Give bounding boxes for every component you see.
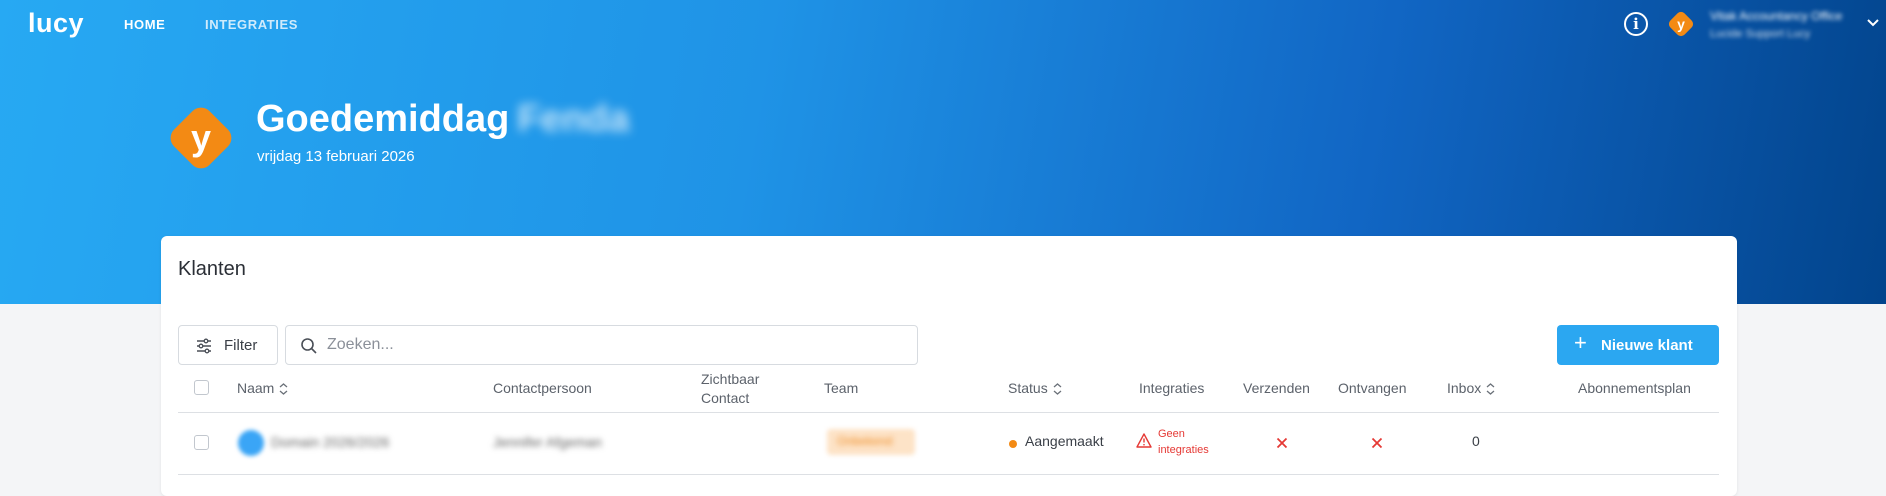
row-checkbox[interactable]	[194, 435, 209, 450]
search-icon	[301, 338, 317, 354]
client-name[interactable]: Domain 2026/2026	[271, 434, 389, 450]
nav-integrations[interactable]: INTEGRATIES	[205, 17, 298, 32]
close-icon	[1276, 437, 1288, 449]
col-subscription: Abonnementsplan	[1578, 380, 1691, 396]
client-avatar	[238, 430, 264, 456]
team-label: Onbekend	[837, 434, 893, 448]
user-avatar-icon: y	[170, 107, 232, 169]
org-name[interactable]: Vitak Accountancy Office	[1710, 9, 1860, 23]
filter-button[interactable]: Filter	[178, 325, 278, 365]
close-icon	[1371, 437, 1383, 449]
status-dot-icon	[1009, 440, 1017, 448]
clients-card: Klanten Filter + Nieuwe klant Naam Conta…	[161, 236, 1737, 496]
col-contact: Contactpersoon	[493, 380, 592, 396]
integrations-status: Geen integraties	[1158, 428, 1209, 456]
col-integrations: Integraties	[1139, 380, 1205, 396]
app-logo[interactable]: lucy	[28, 8, 84, 39]
chevron-down-icon[interactable]	[1866, 16, 1880, 30]
sort-icon	[1486, 383, 1495, 396]
col-visible-contact: Zichtbaar Contact	[701, 371, 760, 406]
select-all-checkbox[interactable]	[194, 380, 209, 395]
plus-icon: +	[1574, 330, 1587, 355]
info-icon[interactable]: i	[1624, 12, 1648, 36]
new-client-button[interactable]: + Nieuwe klant	[1557, 325, 1719, 365]
filter-icon	[197, 338, 211, 354]
col-inbox[interactable]: Inbox	[1447, 380, 1495, 396]
col-name[interactable]: Naam	[237, 380, 288, 396]
greeting: Goedemiddag Fenda	[256, 98, 630, 140]
current-date: vrijdag 13 februari 2026	[257, 148, 415, 165]
clients-title: Klanten	[178, 258, 246, 280]
status-badge: Aangemaakt	[1025, 433, 1104, 449]
inbox-count: 0	[1472, 433, 1480, 449]
org-avatar-icon[interactable]: y	[1667, 10, 1695, 38]
client-contact: Jennifer Afgeman	[493, 434, 602, 450]
sort-icon	[279, 383, 288, 396]
filter-label: Filter	[224, 337, 258, 354]
search-input[interactable]	[327, 335, 887, 355]
col-send: Verzenden	[1243, 380, 1310, 396]
col-status[interactable]: Status	[1008, 380, 1062, 396]
sort-icon	[1053, 383, 1062, 396]
new-client-label: Nieuwe klant	[1601, 337, 1693, 354]
header-divider	[178, 412, 1719, 413]
svg-text:y: y	[1677, 16, 1685, 32]
org-subtitle: Lucide Support Lucy	[1710, 28, 1811, 40]
row-divider	[178, 474, 1719, 475]
nav-home[interactable]: HOME	[124, 17, 165, 32]
search-box[interactable]	[285, 325, 918, 365]
warning-icon	[1136, 433, 1152, 448]
col-team: Team	[824, 380, 859, 396]
svg-text:y: y	[191, 117, 211, 158]
col-receive: Ontvangen	[1338, 380, 1407, 396]
user-name: Fenda	[517, 98, 630, 140]
